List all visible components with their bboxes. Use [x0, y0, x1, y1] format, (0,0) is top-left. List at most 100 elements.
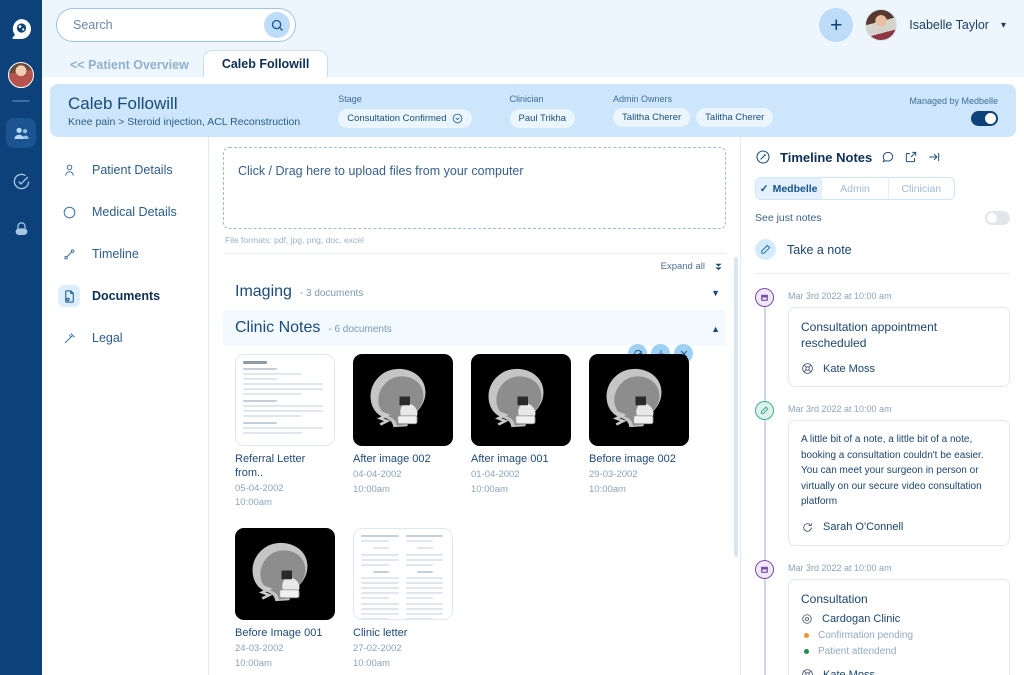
document-card[interactable]: Referral Letter from.. 05-04-2002 10:00a…: [235, 354, 335, 510]
clinician-label: Clinician: [510, 94, 576, 104]
xray-image: [353, 354, 453, 446]
patient-procedure: Knee pain > Steroid injection, ACL Recon…: [68, 116, 300, 128]
document-thumbnail[interactable]: [235, 528, 335, 620]
document-card[interactable]: Before image 002 29-03-2002 10:00am: [589, 354, 689, 510]
expand-all-label: Expand all: [661, 261, 705, 272]
comment-icon[interactable]: [881, 150, 895, 164]
event-author-name: Kate Moss: [823, 363, 875, 375]
document-time: 10:00am: [235, 658, 335, 671]
admin-owners-block: Admin Owners Talitha Cherer Talitha Cher…: [613, 94, 773, 127]
open-external-icon[interactable]: [904, 150, 918, 164]
tab-caleb-followill[interactable]: Caleb Followill: [203, 50, 329, 77]
managed-toggle[interactable]: [971, 111, 998, 126]
top-right-group: + Isabelle Taylor ▾: [819, 8, 1006, 42]
circle-icon: [58, 201, 80, 223]
stage-select[interactable]: Consultation Confirmed: [338, 109, 471, 128]
document-thumbnail[interactable]: [353, 354, 453, 446]
lock-icon: [12, 220, 31, 239]
documents-panel: Click / Drag here to upload files from y…: [209, 137, 740, 675]
admin-owners-label: Admin Owners: [613, 94, 773, 104]
user-avatar[interactable]: [865, 9, 897, 41]
admin-owners-list: Talitha Cherer Talitha Cherer: [613, 108, 773, 127]
file-dropzone[interactable]: Click / Drag here to upload files from y…: [223, 147, 726, 229]
chevron-down-icon[interactable]: ▾: [1001, 20, 1006, 31]
managed-label: Managed by Medbelle: [909, 96, 998, 106]
document-date: 05-04-2002: [235, 483, 335, 496]
section-header-imaging[interactable]: Imaging - 3 documents ▼: [223, 274, 726, 310]
content-shell: Caleb Followill Knee pain > Steroid inje…: [42, 77, 1024, 675]
documents-scrollbar[interactable]: [734, 257, 738, 557]
patient-identity: Caleb Followill Knee pain > Steroid inje…: [68, 94, 300, 128]
document-thumbnail[interactable]: [471, 354, 571, 446]
status-label: Patient attendend: [818, 646, 896, 657]
search-button[interactable]: [264, 12, 290, 38]
sidebar-item-documents[interactable]: Documents: [54, 275, 208, 317]
expand-all-control[interactable]: Expand all: [223, 254, 726, 274]
rail-item-secure[interactable]: [6, 214, 36, 244]
chevron-up-icon[interactable]: ▲: [711, 324, 720, 334]
admin-owner-pill[interactable]: Talitha Cherer: [613, 108, 690, 127]
document-card[interactable]: After image 001 01-04-2002 10:00am: [471, 354, 571, 510]
segment-clinician[interactable]: Clinician: [889, 178, 954, 199]
collapse-right-icon[interactable]: [927, 150, 941, 164]
chevron-down-icon[interactable]: ▼: [711, 288, 720, 298]
xray-image: [471, 354, 571, 446]
event-timestamp: Mar 3rd 2022 at 10:00 am: [788, 560, 1010, 573]
document-date: 27-02-2002: [353, 643, 453, 656]
stage-label: Stage: [338, 94, 471, 104]
add-button[interactable]: +: [819, 8, 853, 42]
left-rail: [0, 0, 42, 675]
documents-icon: [58, 285, 80, 307]
document-title: Before image 002: [589, 453, 689, 467]
medbelle-logo-icon[interactable]: [8, 16, 34, 42]
document-card[interactable]: Before Image 001 24-03-2002 10:00am: [235, 528, 335, 670]
document-date: 29-03-2002: [589, 469, 689, 482]
rail-item-tasks[interactable]: [6, 166, 36, 196]
sidebar-item-medical-details[interactable]: Medical Details: [54, 191, 208, 233]
location-icon: [801, 613, 813, 625]
sidebar-item-legal[interactable]: Legal: [54, 317, 208, 359]
search-box[interactable]: [56, 8, 296, 42]
see-just-notes-toggle[interactable]: [985, 211, 1010, 225]
event-card[interactable]: Consultation Cardogan Clinic: [788, 579, 1010, 675]
tab-patient-overview[interactable]: << Patient Overview: [56, 58, 203, 77]
sidebar-item-patient-details[interactable]: Patient Details: [54, 149, 208, 191]
timeline-event: Mar 3rd 2022 at 10:00 am Consultation: [755, 560, 1010, 675]
xray-image: [589, 354, 689, 446]
stage-block: Stage Consultation Confirmed: [338, 94, 471, 128]
user-circle-icon: [801, 362, 814, 375]
document-card[interactable]: After image 002 04-04-2002 10:00am: [353, 354, 453, 510]
take-a-note-button[interactable]: Take a note: [755, 239, 1010, 260]
segment-admin[interactable]: Admin: [822, 178, 888, 199]
section-header-clinic-notes[interactable]: Clinic Notes - 6 documents ▲: [223, 310, 726, 346]
document-card[interactable]: Clinic letter 27-02-2002 10:00am: [353, 528, 453, 670]
sidebar-item-label: Documents: [92, 289, 160, 303]
document-grid: Referral Letter from.. 05-04-2002 10:00a…: [223, 346, 726, 671]
app-root: + Isabelle Taylor ▾ << Patient Overview …: [0, 0, 1024, 675]
clinician-value: Paul Trikha: [519, 113, 567, 124]
rail-avatar[interactable]: [8, 62, 34, 88]
segment-label: Admin: [840, 183, 870, 195]
sidebar-item-timeline[interactable]: Timeline: [54, 233, 208, 275]
rail-item-patients[interactable]: [6, 118, 36, 148]
event-title: Consultation appointment rescheduled: [801, 319, 997, 351]
document-thumbnail[interactable]: [353, 528, 453, 620]
document-date: 04-04-2002: [353, 469, 453, 482]
timeline-header: Timeline Notes: [755, 149, 1010, 165]
audience-segmented-control: ✓ Medbelle Admin Clinician: [755, 177, 955, 200]
event-card[interactable]: Consultation appointment rescheduled Ka: [788, 307, 1010, 387]
document-thumbnail[interactable]: [589, 354, 689, 446]
admin-owner-pill[interactable]: Talitha Cherer: [696, 108, 773, 127]
search-input[interactable]: [73, 18, 264, 32]
status-badge: Patient attendend: [801, 646, 997, 657]
timeline-notes-panel: Timeline Notes: [740, 137, 1024, 675]
calendar-icon: [755, 560, 774, 579]
event-card[interactable]: A little bit of a note, a little bit of …: [788, 420, 1010, 546]
segment-medbelle[interactable]: ✓ Medbelle: [756, 178, 822, 199]
clinician-pill[interactable]: Paul Trikha: [510, 109, 576, 128]
document-thumbnail[interactable]: [235, 354, 335, 446]
event-body: A little bit of a note, a little bit of …: [801, 432, 997, 510]
document-preview: [353, 528, 453, 620]
timeline-title: Timeline Notes: [780, 150, 872, 165]
segment-label: Clinician: [901, 183, 941, 195]
